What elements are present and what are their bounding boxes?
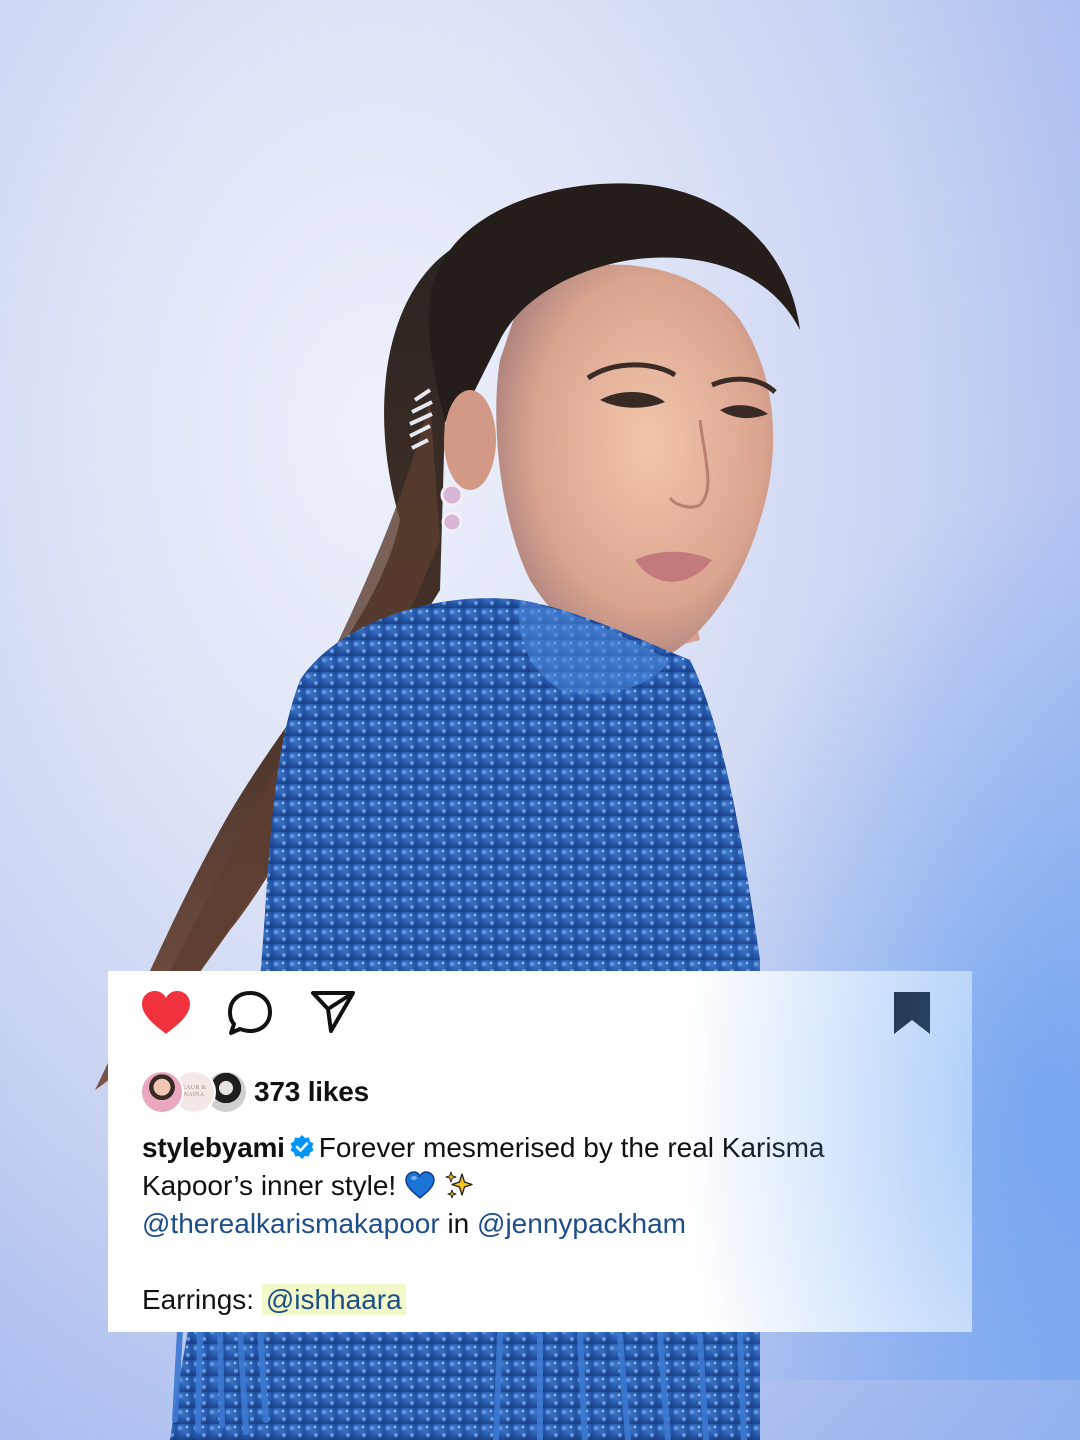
blue-heart-emoji: [405, 1171, 435, 1200]
mention-link[interactable]: @therealkarismakapoor: [142, 1208, 440, 1239]
comment-bubble-icon: [228, 991, 272, 1035]
mention-link[interactable]: @jennypackham: [477, 1208, 686, 1239]
avatar[interactable]: [140, 1070, 184, 1114]
verified-badge-icon: [290, 1135, 314, 1159]
caption-line-2: Kapoor’s inner style!: [142, 1167, 942, 1205]
caption-text: Forever mesmerised by the real Karisma: [318, 1132, 825, 1163]
liked-by-avatars[interactable]: GAUR & NAINA: [140, 1070, 248, 1114]
caption-text: in: [447, 1208, 470, 1239]
comment-button[interactable]: [222, 985, 278, 1041]
caption-text: Earrings:: [142, 1284, 255, 1315]
caption-line-1: stylebyami Forever mesmerised by the rea…: [142, 1129, 942, 1167]
post-caption: stylebyami Forever mesmerised by the rea…: [142, 1129, 942, 1319]
mention-link[interactable]: @ishhaara: [261, 1284, 406, 1315]
save-button[interactable]: [884, 985, 940, 1041]
likes-count[interactable]: 373 likes: [254, 1076, 369, 1108]
sparkles-emoji: [445, 1171, 473, 1199]
share-button[interactable]: [305, 983, 361, 1039]
username-link[interactable]: stylebyami: [142, 1132, 285, 1163]
post-image: GAUR & NAINA 373 likes stylebyami Foreve…: [0, 0, 1080, 1440]
post-card: GAUR & NAINA 373 likes stylebyami Foreve…: [108, 971, 972, 1332]
bookmark-filled-icon: [894, 992, 930, 1034]
like-button[interactable]: [138, 985, 194, 1041]
likes-summary[interactable]: GAUR & NAINA 373 likes: [140, 1069, 369, 1115]
caption-line-3: @therealkarismakapoor in @jennypackham: [142, 1205, 942, 1243]
paper-plane-icon: [311, 991, 355, 1033]
action-bar: [108, 971, 972, 1055]
heart-filled-icon: [142, 991, 190, 1034]
caption-line-4: Earrings: @ishhaara: [142, 1281, 942, 1319]
caption-text: Kapoor’s inner style!: [142, 1170, 397, 1201]
